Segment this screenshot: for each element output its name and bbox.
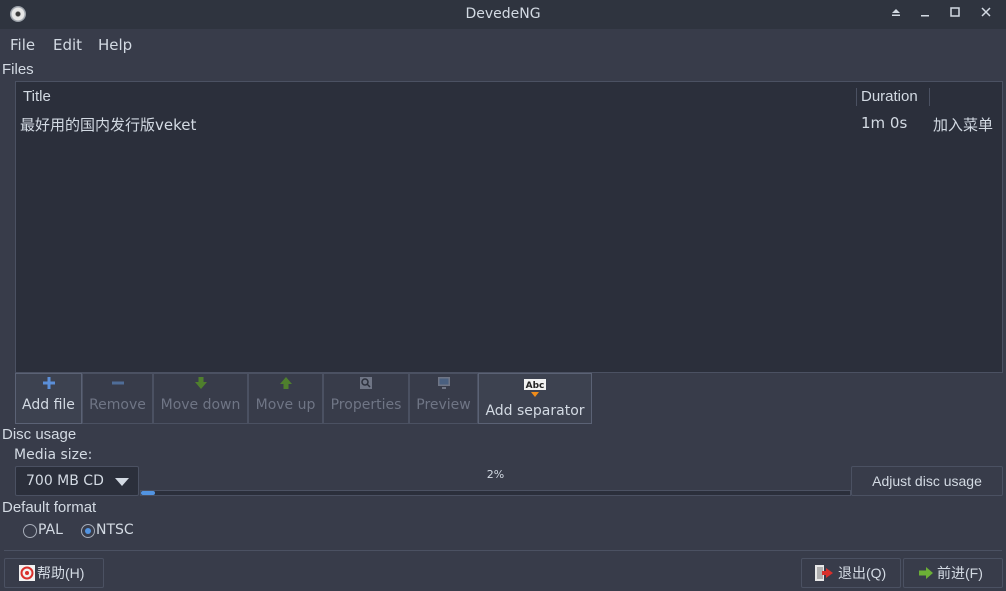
forward-button[interactable]: 前进(F)	[903, 558, 1003, 588]
monitor-icon	[410, 376, 477, 392]
plus-icon	[16, 376, 81, 392]
preview-button[interactable]: Preview	[409, 373, 478, 424]
move-up-label: Move up	[255, 397, 316, 413]
preview-label: Preview	[416, 397, 471, 413]
chevron-down-icon	[115, 478, 129, 486]
maximize-button[interactable]	[945, 5, 965, 25]
menu-help[interactable]: Help	[98, 36, 132, 54]
title-bar: DevedeNG	[0, 0, 1006, 29]
quit-button-label: 退出(Q)	[838, 565, 887, 581]
arrow-right-icon	[919, 567, 933, 579]
column-header-duration[interactable]: Duration	[861, 88, 918, 105]
footer-divider	[4, 550, 1002, 551]
move-up-button[interactable]: Move up	[248, 373, 323, 424]
close-icon	[981, 7, 991, 17]
add-file-button[interactable]: Add file	[15, 373, 82, 424]
close-button[interactable]	[976, 5, 996, 25]
eject-icon	[892, 9, 900, 16]
remove-label: Remove	[89, 397, 146, 413]
properties-label: Properties	[330, 397, 402, 413]
move-down-button[interactable]: Move down	[153, 373, 248, 424]
maximize-icon	[950, 7, 960, 17]
menu-edit[interactable]: Edit	[53, 36, 82, 54]
arrow-down-icon	[154, 376, 247, 392]
disc-usage-progress-bar	[140, 490, 851, 496]
ntsc-radio[interactable]	[81, 524, 95, 538]
help-button-label: 帮助(H)	[37, 565, 85, 581]
svg-text:Abc: Abc	[526, 381, 545, 391]
help-button[interactable]: 帮助(H)	[4, 558, 104, 588]
properties-button[interactable]: Properties	[323, 373, 409, 424]
minimize-icon	[921, 15, 929, 17]
row-menu-status: 加入菜单	[933, 116, 994, 134]
minus-icon	[83, 376, 152, 392]
media-size-label: Media size:	[14, 447, 93, 463]
disc-usage-percent: 2%	[486, 468, 505, 481]
forward-button-label: 前进(F)	[937, 565, 983, 581]
abc-separator-icon: Abc	[479, 378, 591, 397]
default-format-section-label: Default format	[2, 499, 97, 516]
menu-file[interactable]: File	[10, 36, 35, 54]
pal-label[interactable]: PAL	[38, 522, 63, 538]
add-separator-label: Add separator	[485, 403, 585, 419]
minimize-button[interactable]	[915, 5, 935, 25]
add-file-label: Add file	[22, 397, 75, 413]
quit-button[interactable]: 退出(Q)	[801, 558, 901, 588]
files-toolbar: Add file Remove Move down Move up Proper…	[15, 373, 1003, 424]
properties-icon	[324, 376, 408, 392]
pal-radio[interactable]	[23, 524, 37, 538]
menu-bar: File Edit Help	[0, 30, 1006, 58]
media-size-dropdown[interactable]: 700 MB CD	[15, 466, 139, 496]
files-list[interactable]: Title Duration 最好用的国内发行版veket 1m 0s 加入菜单	[15, 81, 1003, 373]
add-separator-button[interactable]: Abc Add separator	[478, 373, 592, 424]
shade-window-button[interactable]	[886, 5, 906, 25]
column-separator	[856, 88, 857, 106]
window-title: DevedeNG	[465, 6, 541, 22]
row-title: 最好用的国内发行版veket	[20, 116, 197, 134]
remove-button[interactable]: Remove	[82, 373, 153, 424]
arrow-up-icon	[249, 376, 322, 392]
disc-usage-progress-fill	[141, 491, 156, 495]
media-size-value: 700 MB CD	[26, 473, 104, 489]
row-duration: 1m 0s	[861, 114, 908, 132]
exit-door-icon	[815, 565, 833, 581]
ntsc-label[interactable]: NTSC	[96, 522, 134, 538]
adjust-disc-usage-button[interactable]: Adjust disc usage	[851, 466, 1003, 496]
files-section-label: Files	[2, 61, 34, 78]
column-header-title[interactable]: Title	[23, 88, 51, 105]
help-lifebuoy-icon	[19, 565, 35, 581]
move-down-label: Move down	[160, 397, 241, 413]
disc-usage-section-label: Disc usage	[2, 426, 77, 443]
column-separator	[929, 88, 930, 106]
